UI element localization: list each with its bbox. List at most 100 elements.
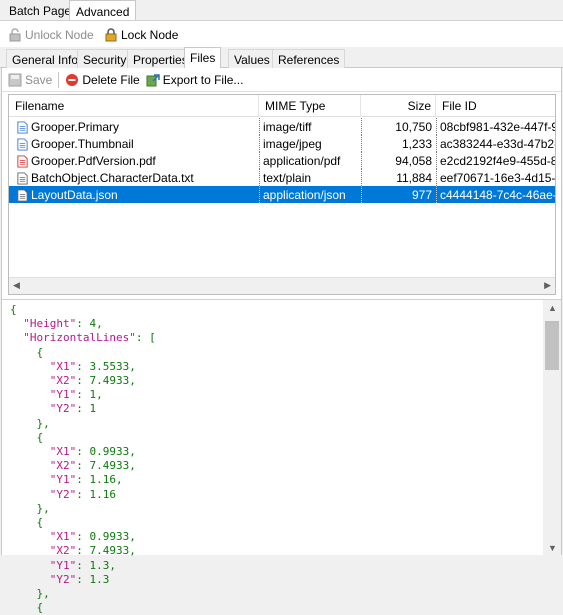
table-row[interactable]: BatchObject.CharacterData.txt text/plain 1…	[9, 169, 555, 186]
files-grid: Filename MIME Type Size File ID Grooper.…	[8, 94, 556, 295]
filename-text: LayoutData.json	[31, 188, 118, 202]
file-content-viewer[interactable]: { "Height": 4, "HorizontalLines": [ { "X…	[2, 299, 561, 614]
toolbar-separator	[58, 71, 60, 88]
unlock-node-label: Unlock Node	[25, 28, 94, 42]
table-row[interactable]: Grooper.Thumbnail image/jpeg 1,233 ac383244…	[9, 135, 555, 152]
file-id-cell: 08cbf981-432e-447f-9be	[436, 118, 555, 135]
export-icon	[146, 73, 160, 86]
file-icon	[17, 155, 28, 168]
file-id-cell: ac383244-e33d-47b2-ba	[436, 135, 555, 152]
export-to-file-label: Export to File...	[162, 72, 244, 87]
file-icon	[17, 138, 28, 151]
column-header-mime-type[interactable]: MIME Type	[259, 95, 361, 117]
files-panel: Save Delete File Export to File... Filen…	[1, 68, 562, 614]
column-header-filename[interactable]: Filename	[9, 95, 259, 117]
scroll-down-icon[interactable]: ▼	[548, 543, 557, 553]
json-brace: {	[10, 303, 17, 316]
lock-icon	[105, 28, 117, 42]
scroll-right-icon[interactable]: ▶	[544, 280, 551, 291]
json-value: 1.16	[89, 487, 117, 501]
json-value: 0.9933	[89, 530, 130, 544]
size-cell: 11,884	[361, 169, 436, 186]
file-id-cell: e2cd2192f4e9-455d-88	[436, 152, 555, 169]
mime-cell: application/pdf	[259, 152, 361, 169]
file-icon	[17, 189, 28, 202]
column-header-file-id[interactable]: File ID	[436, 95, 555, 117]
json-key: "X1"	[49, 359, 77, 373]
filename-cell: BatchObject.CharacterData.txt	[13, 169, 259, 186]
json-value: 7.4933	[89, 374, 130, 388]
property-tabs: General Info Security Properties Files V…	[0, 47, 563, 69]
json-value: 1	[89, 402, 97, 416]
json-key: "X2"	[49, 459, 77, 473]
json-key: "X1"	[49, 445, 77, 459]
save-button[interactable]: Save	[8, 73, 52, 87]
export-to-file-button[interactable]: Export to File...	[146, 72, 244, 87]
grid-header: Filename MIME Type Size File ID	[9, 95, 555, 117]
json-key: "Height"	[23, 317, 77, 331]
file-id-cell: c4444148-7c4c-46ae-b	[436, 186, 555, 203]
size-cell: 977	[361, 186, 436, 203]
tab-values[interactable]: Values	[228, 49, 276, 68]
tab-files[interactable]: Files	[184, 47, 222, 69]
table-row[interactable]: Grooper.PdfVersion.pdf application/pdf 94,…	[9, 152, 555, 169]
tab-general-info[interactable]: General Info	[6, 49, 85, 68]
scroll-left-icon[interactable]: ◀	[13, 280, 20, 291]
filename-cell: LayoutData.json	[13, 186, 259, 203]
table-row[interactable]: Grooper.Primary image/tiff 10,750 08cbf981-…	[9, 118, 555, 135]
json-key: "X2"	[49, 544, 77, 558]
scrollbar-thumb[interactable]	[545, 321, 559, 370]
filename-cell: Grooper.Thumbnail	[13, 135, 259, 152]
mime-cell: image/jpeg	[259, 135, 361, 152]
filename-text: Grooper.Primary	[31, 120, 120, 134]
size-cell: 94,058	[361, 152, 436, 169]
filename-cell: Grooper.PdfVersion.pdf	[13, 152, 259, 169]
size-cell: 10,750	[361, 118, 436, 135]
file-icon	[17, 172, 28, 185]
json-key: "Y2"	[49, 487, 77, 501]
column-header-size[interactable]: Size	[361, 95, 436, 117]
code-vertical-scrollbar[interactable]: ▲ ▼	[543, 300, 561, 556]
node-toolbar: Unlock Node Lock Node	[0, 20, 563, 47]
mime-cell: text/plain	[259, 169, 361, 186]
tab-batch-page[interactable]: Batch Page	[3, 0, 77, 20]
table-row[interactable]: LayoutData.json application/json 977 c44441…	[9, 186, 555, 203]
mime-cell: application/json	[259, 186, 361, 203]
json-key: "Y1"	[49, 558, 77, 572]
json-value: 3.5533	[89, 359, 130, 373]
json-key: "Y1"	[49, 473, 77, 487]
json-value: 1.3	[89, 572, 110, 586]
files-toolbar: Save Delete File Export to File...	[2, 68, 561, 92]
save-icon	[8, 73, 22, 86]
filename-text: Grooper.Thumbnail	[31, 137, 134, 151]
scroll-up-icon[interactable]: ▲	[548, 303, 557, 313]
delete-file-label: Delete File	[82, 72, 140, 87]
lock-node-button[interactable]: Lock Node	[104, 26, 178, 44]
size-cell: 1,233	[361, 135, 436, 152]
json-key: "X2"	[49, 374, 77, 388]
save-label: Save	[25, 72, 53, 87]
json-key: "Y1"	[49, 388, 77, 402]
unlock-node-button[interactable]: Unlock Node	[8, 26, 94, 44]
delete-file-button[interactable]: Delete File	[65, 72, 140, 87]
mime-cell: image/tiff	[259, 118, 361, 135]
tab-security[interactable]: Security	[77, 49, 133, 68]
filename-text: Grooper.PdfVersion.pdf	[31, 154, 156, 168]
unlock-icon	[9, 28, 21, 42]
json-key: "X1"	[49, 530, 77, 544]
json-value: 7.4933	[89, 544, 130, 558]
file-id-cell: eef70671-16e3-4d15-8a	[436, 169, 555, 186]
file-icon	[17, 121, 28, 134]
grid-horizontal-scrollbar[interactable]: ◀ ▶	[9, 277, 555, 294]
json-value: 7.4933	[89, 459, 130, 473]
tab-references[interactable]: References	[272, 49, 346, 68]
filename-cell: Grooper.Primary	[13, 118, 259, 135]
json-value: 1.3	[89, 558, 110, 572]
json-value: 0.9933	[89, 445, 130, 459]
json-content: { "Height": 4, "HorizontalLines": [ { "X…	[10, 303, 156, 615]
tab-advanced[interactable]: Advanced	[69, 0, 137, 20]
json-key: "Y2"	[49, 402, 77, 416]
json-key: "HorizontalLines"	[23, 331, 136, 345]
lock-node-label: Lock Node	[121, 28, 179, 42]
json-key: "Y2"	[49, 572, 77, 586]
